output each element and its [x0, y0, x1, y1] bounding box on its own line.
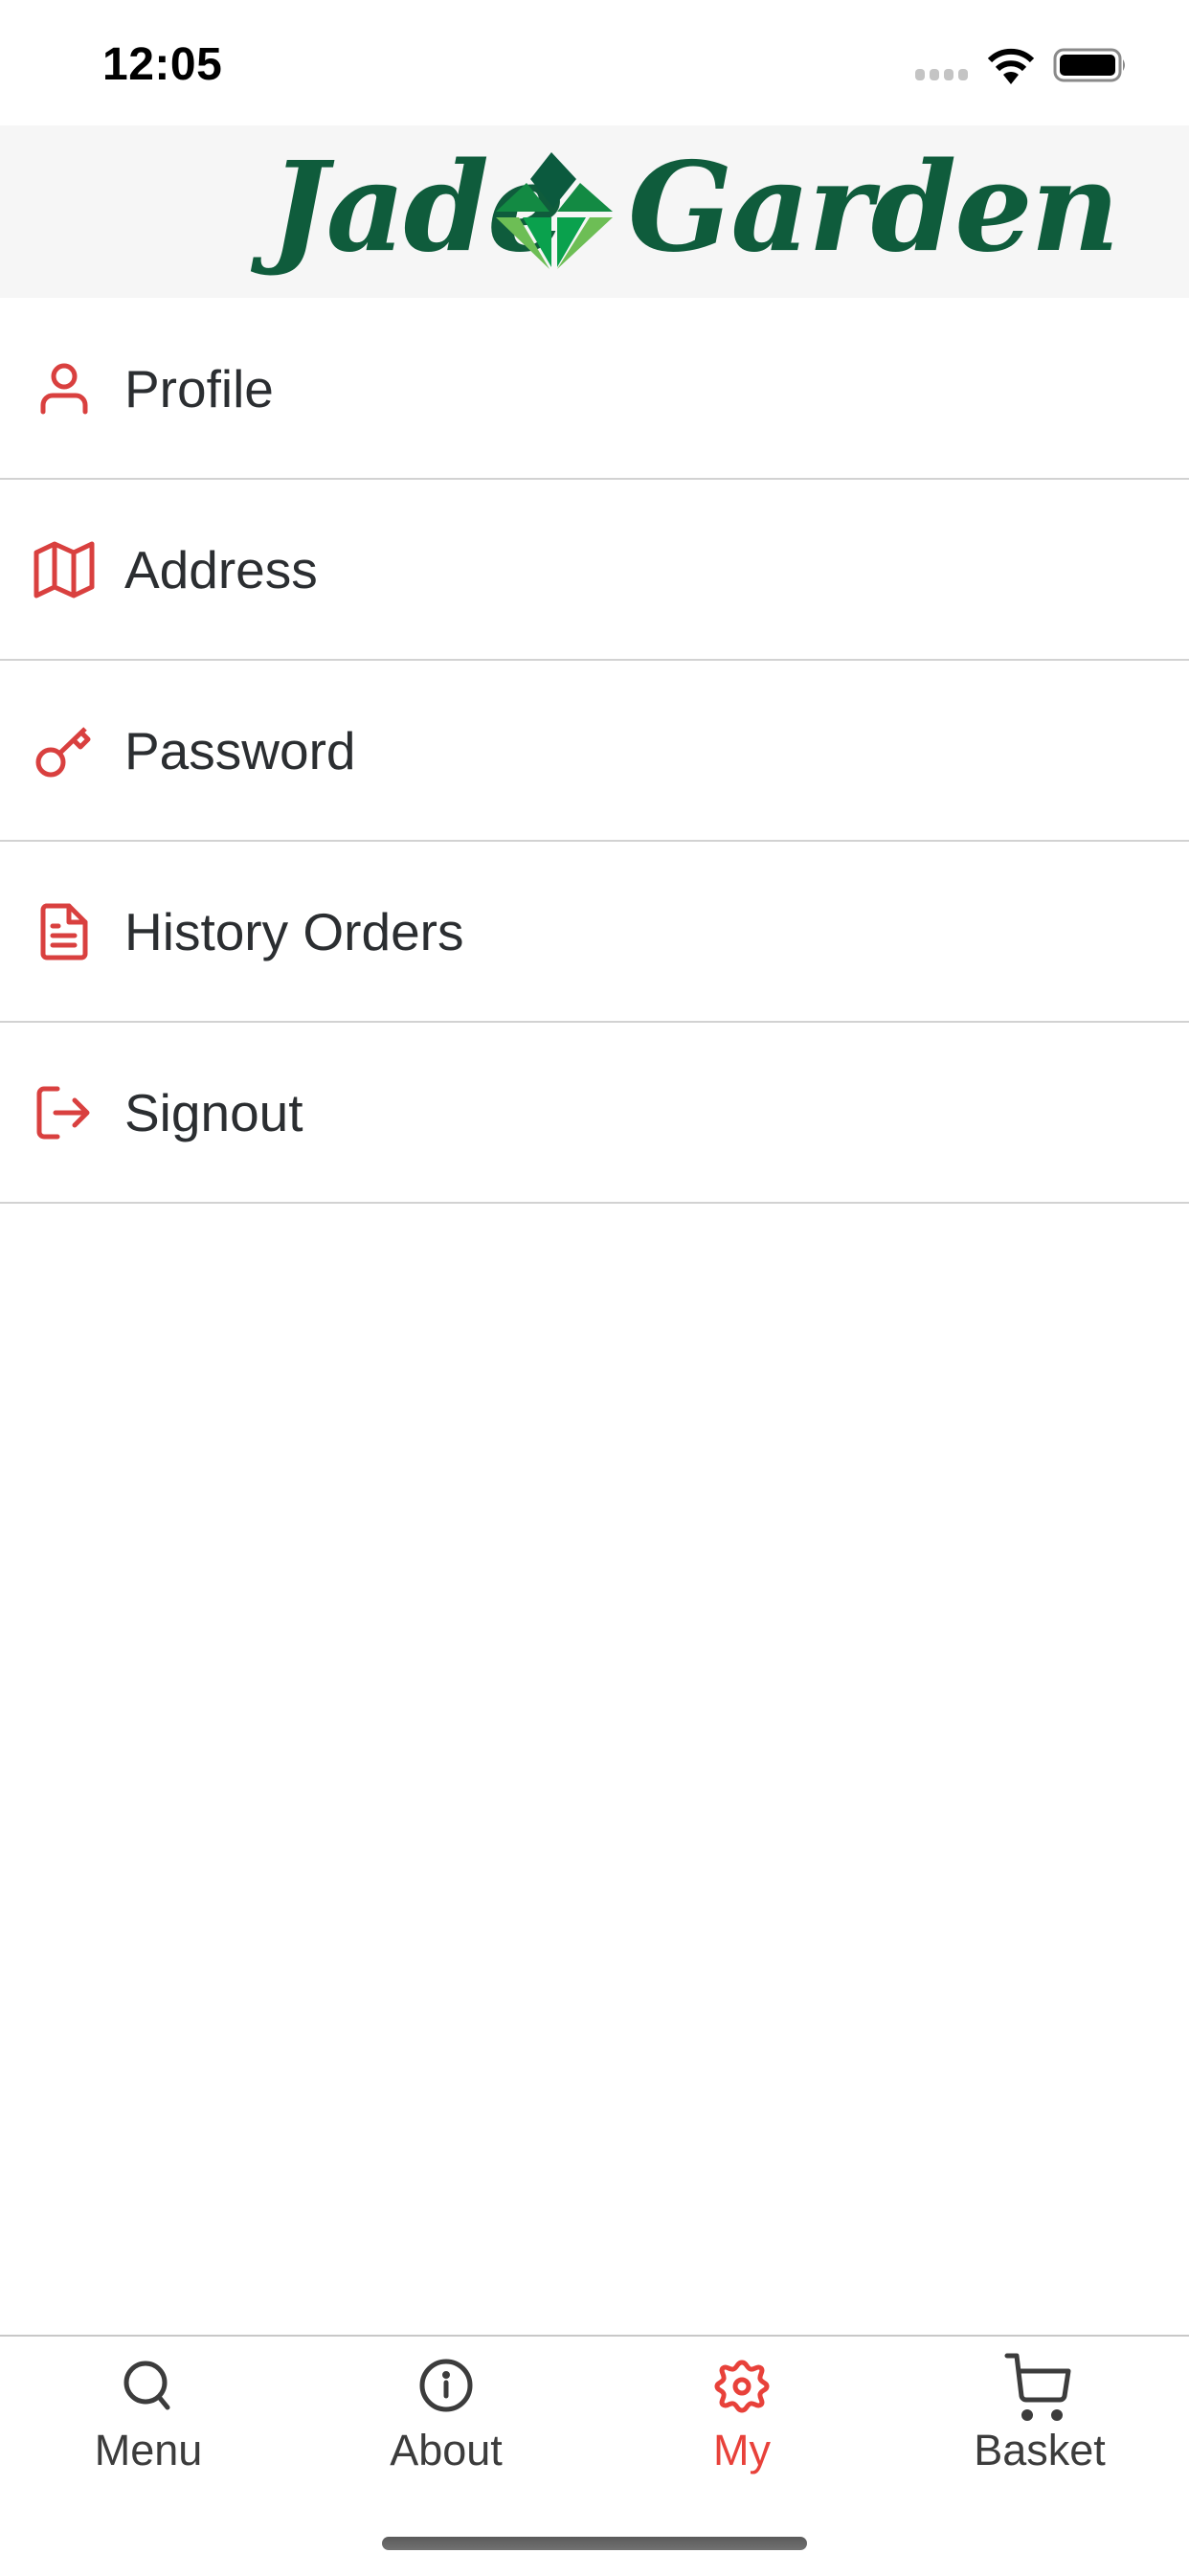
document-icon — [33, 900, 96, 963]
cart-icon — [1004, 2353, 1071, 2421]
tab-about[interactable]: About — [298, 2337, 594, 2490]
menu-item-password[interactable]: Password — [0, 661, 1189, 842]
search-icon — [123, 2361, 170, 2410]
map-icon — [33, 538, 96, 601]
status-bar: 12:05 — [0, 0, 1189, 124]
tab-label: My — [713, 2426, 771, 2474]
tab-label: About — [390, 2426, 503, 2474]
gem-icon — [496, 152, 613, 269]
status-time: 12:05 — [102, 39, 223, 90]
menu-item-label: Address — [124, 539, 318, 599]
battery-icon — [1053, 48, 1125, 82]
app-logo: Jade Garden — [0, 125, 1189, 298]
menu-item-label: History Orders — [124, 901, 464, 961]
tab-menu[interactable]: Menu — [0, 2337, 297, 2490]
home-indicator[interactable] — [382, 2537, 807, 2550]
logo-text-garden: Garden — [628, 136, 1120, 280]
tab-label: Basket — [974, 2426, 1106, 2474]
wifi-icon — [987, 48, 1035, 84]
menu-item-label: Password — [124, 720, 356, 780]
sign-out-icon — [33, 1081, 96, 1144]
menu-item-label: Signout — [124, 1082, 303, 1142]
info-icon — [419, 2359, 473, 2412]
signal-dots-icon — [915, 69, 968, 80]
menu-item-profile[interactable]: Profile — [0, 299, 1189, 480]
menu-item-signout[interactable]: Signout — [0, 1023, 1189, 1204]
gear-icon — [714, 2360, 770, 2413]
tab-basket[interactable]: Basket — [891, 2337, 1188, 2490]
key-icon — [33, 719, 96, 782]
account-menu-list: Profile Address Password History Orders … — [0, 299, 1189, 1204]
app-header: Jade Garden — [0, 125, 1189, 298]
user-icon — [33, 357, 96, 420]
menu-item-address[interactable]: Address — [0, 480, 1189, 661]
menu-item-label: Profile — [124, 358, 274, 418]
menu-item-history-orders[interactable]: History Orders — [0, 842, 1189, 1023]
tab-label: Menu — [94, 2426, 203, 2474]
tab-my[interactable]: My — [594, 2337, 890, 2490]
